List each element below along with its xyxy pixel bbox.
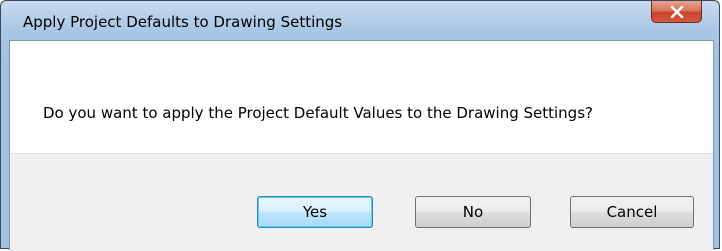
button-bar: Yes No Cancel (10, 153, 713, 251)
close-button[interactable] (651, 1, 702, 23)
close-icon (670, 5, 684, 18)
no-button[interactable]: No (415, 196, 531, 228)
dialog-body: Do you want to apply the Project Default… (9, 40, 714, 251)
title-bar[interactable]: Apply Project Defaults to Drawing Settin… (1, 1, 719, 31)
dialog-window: Apply Project Defaults to Drawing Settin… (0, 0, 720, 251)
cancel-button[interactable]: Cancel (570, 196, 694, 228)
message-area: Do you want to apply the Project Default… (10, 41, 713, 153)
dialog-title: Apply Project Defaults to Drawing Settin… (23, 13, 343, 31)
dialog-message: Do you want to apply the Project Default… (43, 104, 593, 122)
yes-button[interactable]: Yes (257, 196, 373, 228)
